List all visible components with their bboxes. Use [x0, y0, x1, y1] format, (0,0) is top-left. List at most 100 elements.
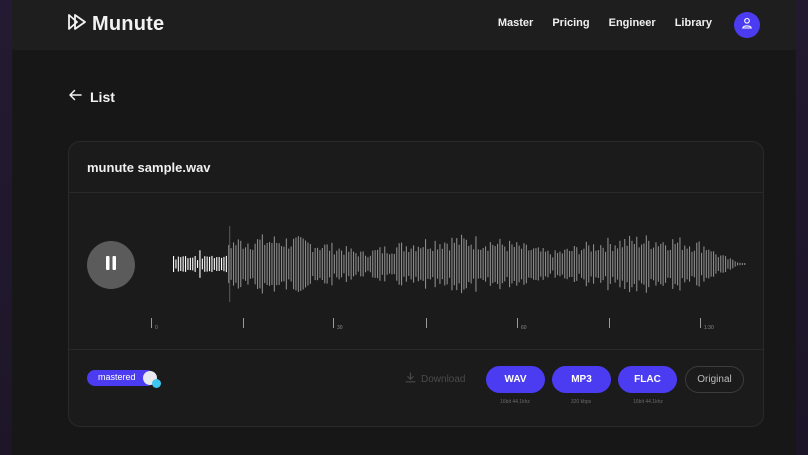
- nav-library[interactable]: Library: [675, 17, 712, 29]
- waveform-bar: [405, 246, 407, 282]
- waveform-bar: [367, 257, 369, 271]
- timeline: 0 30 60 1:30: [151, 318, 741, 334]
- app-window: Munute Master Pricing Engineer Library L…: [12, 0, 796, 455]
- waveform-bar: [523, 243, 525, 285]
- timeline-tick: [609, 318, 610, 328]
- waveform-bar: [333, 254, 335, 274]
- waveform-bar: [698, 241, 700, 287]
- waveform-bar: [441, 248, 443, 280]
- waveform-bar: [338, 248, 340, 280]
- waveform-bar: [516, 242, 518, 286]
- waveform-bar: [609, 244, 611, 284]
- timeline-label: 30: [337, 325, 343, 331]
- back-to-list-link[interactable]: List: [68, 88, 115, 106]
- waveform-bar: [619, 240, 621, 288]
- waveform-bar: [422, 247, 424, 281]
- waveform-bar: [312, 252, 314, 277]
- waveform-bar: [189, 257, 191, 271]
- cursor-dot-icon: [152, 379, 161, 388]
- waveform-bar: [223, 256, 225, 272]
- waveform-bar: [437, 249, 439, 279]
- waveform-bar: [374, 250, 376, 278]
- waveform-bar: [497, 243, 499, 284]
- waveform-bar: [278, 243, 280, 285]
- waveform-bar: [225, 255, 227, 273]
- waveform-bar: [545, 251, 547, 277]
- waveform-bar: [573, 246, 575, 282]
- waveform-bar: [273, 236, 275, 292]
- waveform-bar: [576, 247, 578, 281]
- waveform-bar: [667, 250, 669, 278]
- waveform-bar: [197, 260, 199, 268]
- waveform-bar: [410, 248, 412, 280]
- waveform-bar: [674, 243, 676, 285]
- waveform-bar: [689, 246, 691, 282]
- waveform-bar: [293, 238, 295, 290]
- waveform-bar: [669, 249, 671, 279]
- track-filename: munute sample.wav: [87, 159, 211, 175]
- waveform-bar: [384, 246, 386, 282]
- waveform-bar: [645, 235, 647, 293]
- waveform-bar: [379, 247, 381, 281]
- waveform-bar: [228, 245, 230, 284]
- waveform-bar: [429, 248, 431, 280]
- waveform-bar: [391, 253, 393, 275]
- waveform-bar: [240, 240, 242, 288]
- waveform[interactable]: [173, 226, 747, 302]
- avatar-button[interactable]: [734, 12, 760, 38]
- waveform-bar: [458, 244, 460, 284]
- mp3-button[interactable]: MP3: [552, 366, 611, 393]
- waveform-bar: [629, 235, 631, 293]
- pause-button[interactable]: [87, 241, 135, 289]
- waveform-bar: [444, 242, 446, 286]
- user-icon: [741, 16, 753, 34]
- download-button[interactable]: Download: [405, 372, 465, 386]
- waveform-bar: [206, 256, 208, 272]
- waveform-bar: [636, 236, 638, 292]
- nav-master[interactable]: Master: [498, 17, 533, 29]
- waveform-bar: [408, 252, 410, 276]
- mastered-toggle[interactable]: mastered: [87, 370, 161, 388]
- waveform-bar: [605, 251, 607, 277]
- waveform-bar: [309, 244, 311, 284]
- original-button[interactable]: Original: [685, 366, 744, 393]
- waveform-bar: [624, 239, 626, 289]
- waveform-bar: [283, 246, 285, 282]
- waveform-bar: [708, 249, 710, 279]
- waveform-bar: [403, 251, 405, 277]
- waveform-bar: [593, 244, 595, 284]
- playhead[interactable]: [229, 226, 231, 302]
- nav-engineer[interactable]: Engineer: [609, 17, 656, 29]
- waveform-bar: [621, 247, 623, 281]
- mastered-label: mastered: [98, 372, 136, 382]
- waveform-bar: [398, 243, 400, 285]
- waveform-bar: [180, 257, 182, 271]
- waveform-bar: [693, 250, 695, 278]
- waveform-bar: [489, 242, 491, 286]
- waveform-bar: [499, 238, 501, 290]
- waveform-bar: [571, 251, 573, 277]
- waveform-bar: [456, 238, 458, 291]
- waveform-bar: [175, 259, 177, 269]
- waveform-bar: [564, 249, 566, 279]
- waveform-bar: [281, 246, 283, 282]
- waveform-bar: [297, 236, 299, 292]
- waveform-bar: [727, 259, 729, 269]
- nav-pricing[interactable]: Pricing: [552, 17, 589, 29]
- track-card-footer: mastered Download WAV 16bit 44.1khz MP3 …: [69, 349, 763, 426]
- waveform-bar: [372, 250, 374, 278]
- waveform-bar: [427, 249, 429, 279]
- left-backdrop: [0, 0, 12, 455]
- waveform-bar: [235, 245, 237, 283]
- brand-logo[interactable]: Munute: [68, 13, 164, 36]
- waveform-bar: [461, 234, 463, 294]
- timeline-label: 1:30: [704, 325, 714, 331]
- waveform-bar: [209, 256, 211, 272]
- waveform-bar: [288, 248, 290, 280]
- waveform-bar: [463, 238, 465, 290]
- waveform-bar: [677, 242, 679, 286]
- waveform-bar: [566, 248, 568, 280]
- waveform-bar: [537, 247, 539, 281]
- flac-button[interactable]: FLAC: [618, 366, 677, 393]
- wav-button[interactable]: WAV: [486, 366, 545, 393]
